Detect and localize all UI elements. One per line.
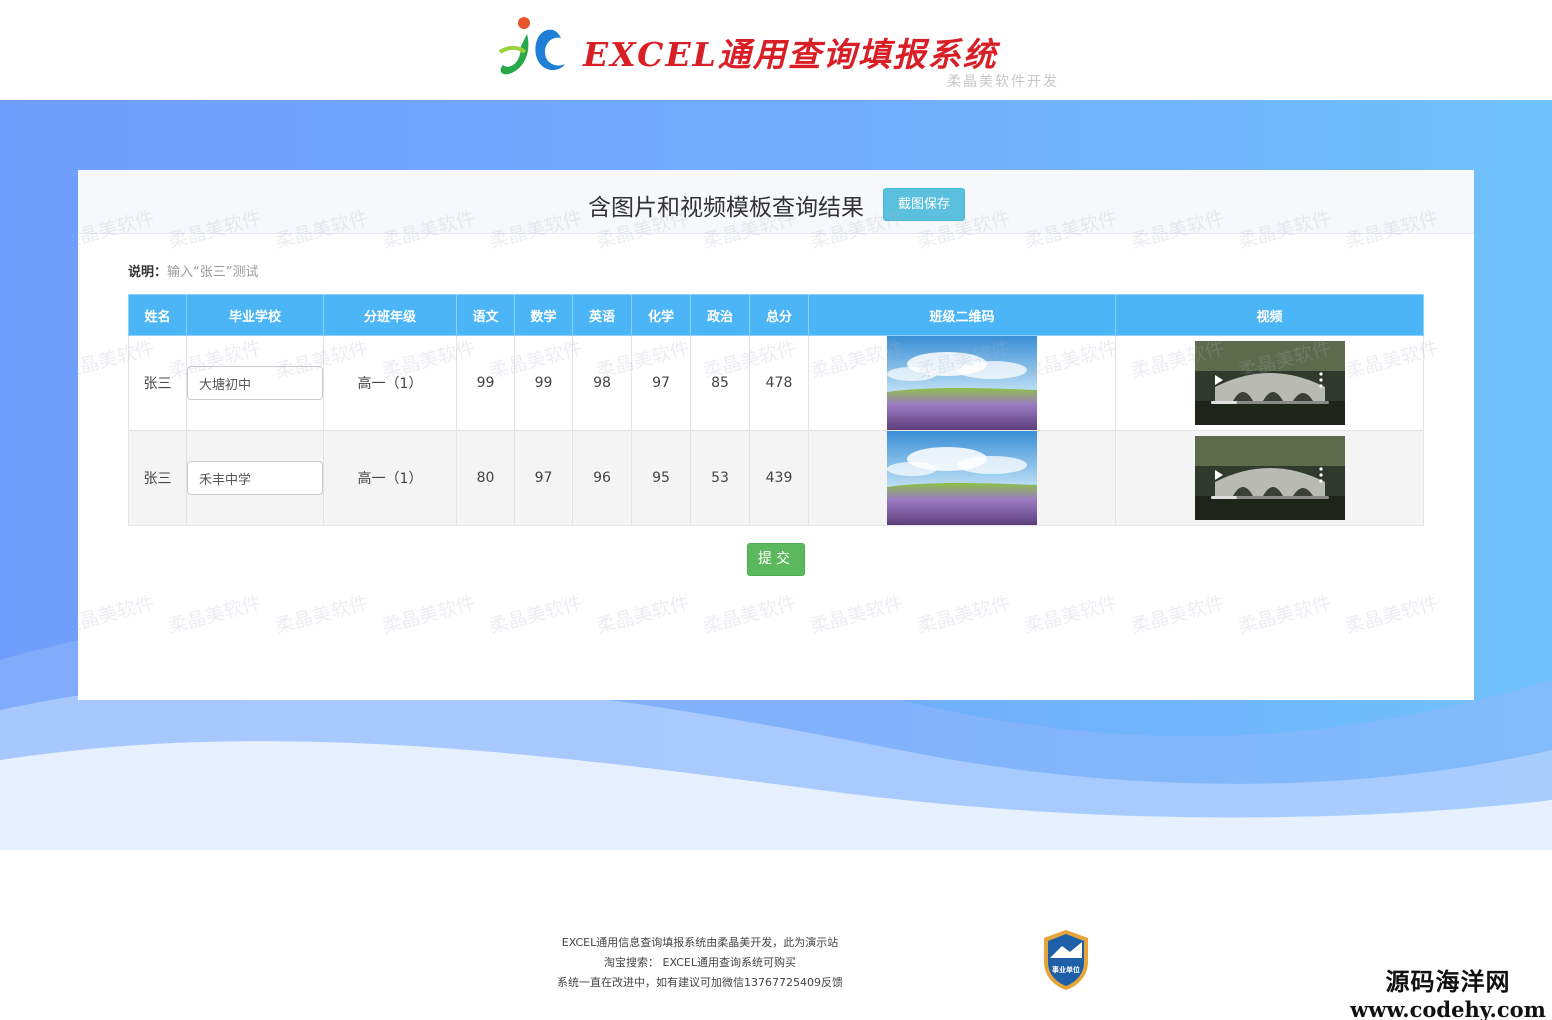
col-header-name: 姓名 <box>128 294 187 336</box>
col-header-chemistry: 化学 <box>631 294 691 336</box>
watermark-text: 柔晶美软件 <box>1022 592 1120 638</box>
cell-school <box>186 335 324 431</box>
corner-brand: 源码海洋网 www.codehy.com <box>1348 962 1548 1020</box>
cell-total: 439 <box>749 430 809 526</box>
cell-grade: 高一（1） <box>323 430 457 526</box>
institution-badge-icon[interactable]: 事业单位 <box>1040 928 1092 992</box>
footer: EXCEL通用信息查询填报系统由柔晶美开发，此为演示站 淘宝搜索： EXCEL通… <box>0 850 1552 1020</box>
footer-line-3: 系统一直在改进中，如有建议可加微信13767725409反馈 <box>557 976 843 989</box>
watermark-text: 柔晶美软件 <box>273 592 371 638</box>
corner-brand-url: www.codehy.com <box>1350 997 1546 1020</box>
cell-video <box>1115 430 1424 526</box>
cell-chemistry: 95 <box>631 430 691 526</box>
badge-label: 事业单位 <box>1052 965 1080 974</box>
watermark-text: 柔晶美软件 <box>1236 592 1334 638</box>
col-header-chinese: 语文 <box>456 294 515 336</box>
cell-name: 张三 <box>128 335 187 431</box>
result-table: 姓名 毕业学校 分班年级 语文 数学 英语 化学 政治 总分 班级二维码 视频 … <box>128 294 1424 526</box>
table-header-row: 姓名 毕业学校 分班年级 语文 数学 英语 化学 政治 总分 班级二维码 视频 <box>128 294 1424 336</box>
instructions: 说明：输入“张三”测试 <box>128 261 259 280</box>
col-header-video: 视频 <box>1115 294 1424 336</box>
site-subtitle: 柔晶美软件开发 <box>947 74 1059 90</box>
watermark-text: 柔晶美软件 <box>594 592 692 638</box>
cell-class-qr <box>808 335 1116 431</box>
logo-icon <box>498 17 565 75</box>
cell-math: 97 <box>514 430 573 526</box>
col-header-school: 毕业学校 <box>186 294 324 336</box>
footer-line-1: EXCEL通用信息查询填报系统由柔晶美开发，此为演示站 <box>561 936 839 949</box>
watermark-text: 柔晶美软件 <box>78 592 157 638</box>
cell-total: 478 <box>749 335 809 431</box>
site-header: EXCEL通用查询填报系统 柔晶美软件开发 <box>0 0 1552 100</box>
class-image[interactable] <box>887 431 1037 525</box>
table-row: 张三 高一（1） 80 97 96 95 53 439 <box>128 430 1424 526</box>
cell-english: 98 <box>572 335 632 431</box>
table-row: 张三 高一（1） 99 99 98 97 85 478 <box>128 335 1424 431</box>
school-input[interactable] <box>187 366 323 400</box>
watermark-text: 柔晶美软件 <box>380 592 478 638</box>
watermark-text: 柔晶美软件 <box>808 592 906 638</box>
submit-button[interactable]: 提交 <box>747 543 805 576</box>
col-header-grade: 分班年级 <box>323 294 457 336</box>
cell-name: 张三 <box>128 430 187 526</box>
cell-school <box>186 430 324 526</box>
corner-brand-cn: 源码海洋网 <box>1385 968 1511 996</box>
instructions-text: 输入“张三”测试 <box>167 265 259 280</box>
instructions-label: 说明： <box>128 265 168 280</box>
footer-line-2: 淘宝搜索： EXCEL通用查询系统可购买 <box>604 956 796 969</box>
cell-english: 96 <box>572 430 632 526</box>
col-header-math: 数学 <box>514 294 573 336</box>
cell-politics: 53 <box>690 430 750 526</box>
col-header-politics: 政治 <box>690 294 750 336</box>
school-input[interactable] <box>187 461 323 495</box>
col-header-total: 总分 <box>749 294 809 336</box>
col-header-english: 英语 <box>572 294 632 336</box>
screenshot-save-button[interactable]: 截图保存 <box>883 188 965 221</box>
cell-chinese: 99 <box>456 335 515 431</box>
video-player[interactable] <box>1194 436 1345 520</box>
page-title: 含图片和视频模板查询结果 <box>588 195 864 221</box>
watermark-text: 柔晶美软件 <box>1129 592 1227 638</box>
watermark-text: 柔晶美软件 <box>1343 592 1441 638</box>
cell-chinese: 80 <box>456 430 515 526</box>
watermark-text: 柔晶美软件 <box>701 592 799 638</box>
cell-class-qr <box>808 430 1116 526</box>
card-header: 含图片和视频模板查询结果 截图保存 <box>78 170 1474 234</box>
cell-chemistry: 97 <box>631 335 691 431</box>
cell-math: 99 <box>514 335 573 431</box>
watermark-text: 柔晶美软件 <box>487 592 585 638</box>
cell-grade: 高一（1） <box>323 335 457 431</box>
video-player[interactable] <box>1194 341 1345 425</box>
class-image[interactable] <box>887 336 1037 430</box>
watermark-text: 柔晶美软件 <box>166 592 264 638</box>
site-title: EXCEL通用查询填报系统 <box>583 35 998 74</box>
col-header-class-qr: 班级二维码 <box>808 294 1116 336</box>
cell-politics: 85 <box>690 335 750 431</box>
result-card: 含图片和视频模板查询结果 截图保存 说明：输入“张三”测试 姓名 毕业学校 分班… <box>78 170 1474 700</box>
cell-video <box>1115 335 1424 431</box>
watermark-text: 柔晶美软件 <box>915 592 1013 638</box>
